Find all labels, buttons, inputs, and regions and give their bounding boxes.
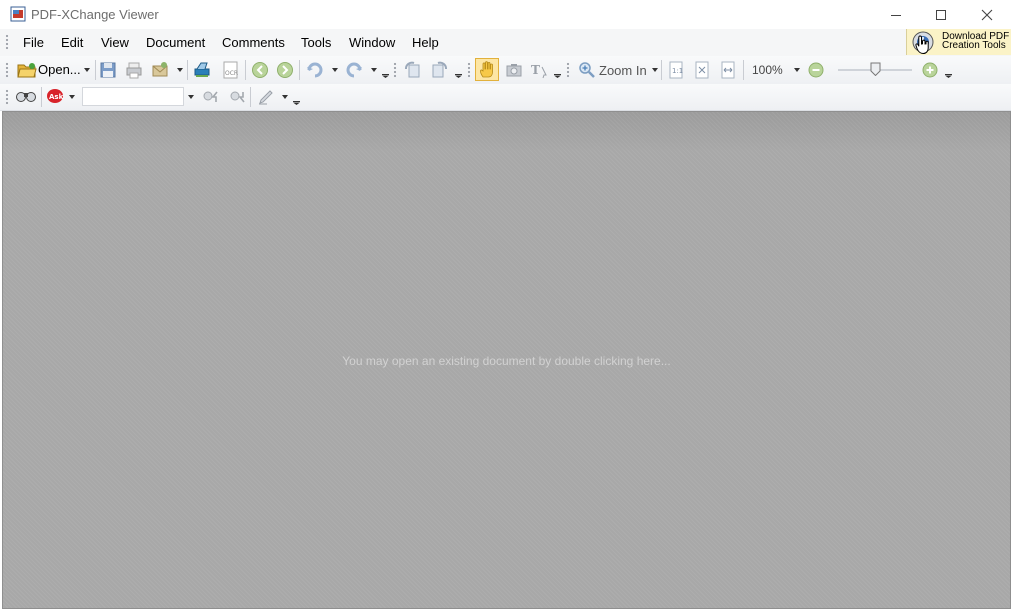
separator bbox=[245, 60, 246, 80]
toolbar-overflow-icon[interactable] bbox=[455, 74, 462, 78]
rotate-view-icon[interactable] bbox=[404, 61, 422, 79]
binoculars-icon[interactable] bbox=[15, 88, 37, 104]
zoom-tool-dropdown-arrow[interactable] bbox=[652, 68, 658, 72]
highlight-tool-icon[interactable] bbox=[257, 88, 275, 106]
open-button[interactable]: Open... bbox=[14, 58, 94, 82]
separator bbox=[250, 87, 251, 107]
promo-line-2: Creation Tools bbox=[942, 40, 1006, 51]
menu-file[interactable]: File bbox=[23, 35, 44, 50]
menu-window[interactable]: Window bbox=[349, 35, 395, 50]
close-button[interactable] bbox=[964, 0, 1010, 29]
title-bar: PDF-XChange Viewer bbox=[0, 0, 1011, 29]
hand-tool-icon bbox=[480, 61, 493, 78]
menu-view[interactable]: View bbox=[101, 35, 129, 50]
fit-page-icon[interactable] bbox=[693, 61, 711, 79]
separator bbox=[95, 60, 96, 80]
toolbar-overflow-icon[interactable] bbox=[382, 74, 389, 78]
zoom-out-icon[interactable] bbox=[808, 62, 824, 78]
download-promo-button[interactable]: Download PDF Creation Tools bbox=[906, 29, 1011, 55]
undo-icon[interactable] bbox=[306, 61, 324, 79]
toolbar-grip[interactable] bbox=[393, 62, 397, 78]
separator bbox=[41, 87, 42, 107]
menu-tools[interactable]: Tools bbox=[301, 35, 331, 50]
redo-icon[interactable] bbox=[345, 61, 363, 79]
search-input[interactable] bbox=[82, 87, 184, 106]
document-area[interactable]: You may open an existing document by dou… bbox=[2, 111, 1011, 609]
separator bbox=[743, 60, 744, 80]
zoom-in-tool-button[interactable]: Zoom In bbox=[576, 58, 660, 82]
find-previous-icon[interactable] bbox=[201, 88, 219, 106]
separator bbox=[661, 60, 662, 80]
email-dropdown-arrow[interactable] bbox=[177, 68, 183, 72]
menu-document[interactable]: Document bbox=[146, 35, 205, 50]
maximize-button[interactable] bbox=[918, 0, 964, 29]
separator bbox=[187, 60, 188, 80]
magnifier-icon bbox=[579, 62, 595, 78]
close-icon bbox=[981, 9, 993, 20]
svg-text:Ask: Ask bbox=[49, 93, 64, 101]
toolbar-grip[interactable] bbox=[566, 62, 570, 78]
scan-icon[interactable] bbox=[193, 61, 211, 79]
folder-open-icon bbox=[17, 63, 37, 78]
separator bbox=[299, 60, 300, 80]
zoom-in-label: Zoom In bbox=[599, 63, 647, 78]
zoom-level-dropdown-arrow[interactable] bbox=[794, 68, 800, 72]
app-icon[interactable] bbox=[10, 6, 26, 22]
hand-pointer-cursor-icon bbox=[915, 35, 929, 55]
svg-text:T: T bbox=[531, 63, 540, 77]
toolbar-overflow-icon[interactable] bbox=[554, 74, 561, 78]
find-next-icon[interactable] bbox=[228, 88, 246, 106]
rotate-pages-icon[interactable] bbox=[430, 61, 448, 79]
zoom-level-value[interactable]: 100% bbox=[752, 63, 783, 77]
fit-width-icon[interactable] bbox=[719, 61, 737, 79]
ocr-icon[interactable]: OCR bbox=[222, 61, 240, 79]
highlight-dropdown-arrow[interactable] bbox=[282, 95, 288, 99]
open-dropdown-arrow[interactable] bbox=[84, 68, 90, 72]
svg-text:1:1: 1:1 bbox=[672, 67, 683, 75]
toolbar-grip[interactable] bbox=[5, 62, 9, 78]
menu-edit[interactable]: Edit bbox=[61, 35, 83, 50]
window-title: PDF-XChange Viewer bbox=[31, 7, 159, 22]
forward-icon[interactable] bbox=[276, 61, 294, 79]
toolbar-grip[interactable] bbox=[5, 89, 9, 105]
toolbar-overflow-icon[interactable] bbox=[945, 74, 952, 78]
email-export-icon[interactable] bbox=[151, 61, 169, 79]
toolbar-overflow-icon[interactable] bbox=[293, 101, 300, 105]
open-document-hint[interactable]: You may open an existing document by dou… bbox=[3, 354, 1010, 368]
actual-size-icon[interactable]: 1:1 bbox=[667, 61, 685, 79]
select-text-icon[interactable]: T bbox=[530, 61, 548, 79]
ask-search-icon[interactable]: Ask bbox=[46, 88, 64, 104]
snapshot-icon[interactable] bbox=[505, 61, 523, 79]
redo-dropdown-arrow[interactable] bbox=[371, 68, 377, 72]
minimize-icon bbox=[891, 14, 901, 16]
search-engine-dropdown-arrow[interactable] bbox=[69, 95, 75, 99]
svg-text:OCR: OCR bbox=[225, 70, 238, 77]
zoom-in-icon[interactable] bbox=[922, 62, 938, 78]
menu-comments[interactable]: Comments bbox=[222, 35, 285, 50]
menu-bar-grip[interactable] bbox=[5, 34, 9, 50]
maximize-icon bbox=[936, 9, 946, 20]
save-icon[interactable] bbox=[99, 61, 117, 79]
hand-tool-button[interactable] bbox=[475, 58, 499, 81]
zoom-slider-thumb[interactable] bbox=[870, 62, 881, 76]
back-icon[interactable] bbox=[251, 61, 269, 79]
menu-help[interactable]: Help bbox=[412, 35, 439, 50]
search-history-dropdown-arrow[interactable] bbox=[188, 95, 194, 99]
open-label: Open... bbox=[38, 62, 81, 77]
minimize-button[interactable] bbox=[873, 0, 919, 29]
print-icon[interactable] bbox=[125, 61, 143, 79]
undo-dropdown-arrow[interactable] bbox=[332, 68, 338, 72]
toolbar-grip[interactable] bbox=[467, 62, 471, 78]
